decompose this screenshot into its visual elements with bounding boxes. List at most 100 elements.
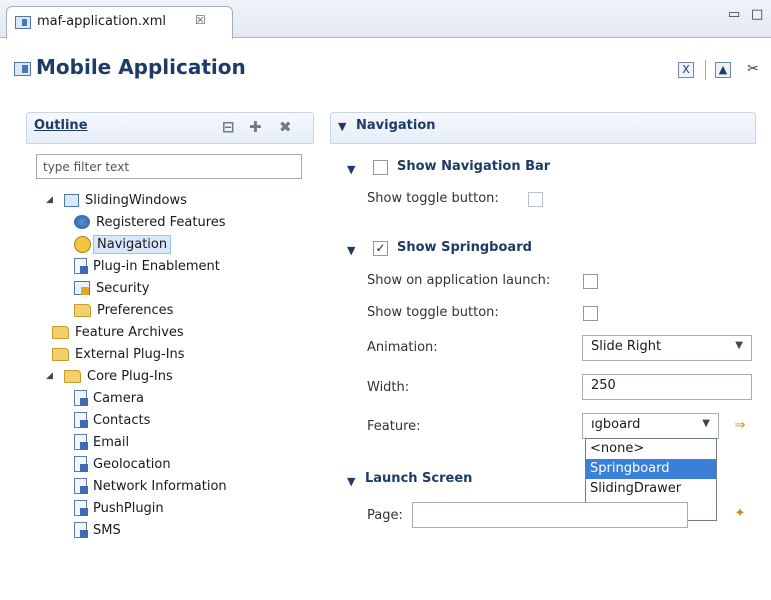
- navigation-title: Navigation: [356, 118, 436, 133]
- collapse-navbar-icon[interactable]: ▼: [347, 163, 355, 176]
- tree-item-contacts[interactable]: Contacts: [46, 409, 227, 431]
- dropdown-option-selected[interactable]: Springboard: [586, 459, 716, 479]
- plugin-icon: [74, 478, 88, 494]
- tree-item-feature-archives[interactable]: Feature Archives: [46, 321, 227, 343]
- animation-value: Slide Right: [591, 339, 662, 354]
- tree-item-plugin-enablement[interactable]: Plug-in Enablement: [46, 255, 227, 277]
- tree-item-external-plugins[interactable]: External Plug-Ins: [46, 343, 227, 365]
- browse-page-icon[interactable]: ✦: [731, 506, 749, 522]
- tree-item-label: Email: [93, 434, 130, 450]
- tree-item-label: Network Information: [93, 478, 227, 494]
- launch-checkbox[interactable]: [583, 274, 598, 289]
- navigation-icon: [74, 235, 91, 253]
- collapse-all-icon[interactable]: ⊟: [222, 118, 235, 136]
- toolbar-divider: [705, 60, 706, 80]
- folder-icon: [64, 369, 81, 383]
- tools-icon[interactable]: ✂: [745, 62, 761, 78]
- animation-select[interactable]: Slide Right ▼: [582, 335, 752, 361]
- expand-icon[interactable]: ◢: [46, 195, 58, 205]
- tree-item-registered-features[interactable]: Registered Features: [46, 211, 227, 233]
- launch-label: Show on application launch:: [367, 273, 551, 288]
- tree-item-label: Navigation: [93, 234, 172, 254]
- tree-item-sms[interactable]: SMS: [46, 519, 227, 541]
- tree-item-navigation[interactable]: Navigation: [46, 233, 227, 255]
- plugin-icon: [74, 258, 88, 274]
- editor-tab-label: maf-application.xml: [37, 14, 166, 29]
- close-tab-icon[interactable]: ☒: [195, 13, 206, 27]
- show-springboard-label: Show Springboard: [397, 240, 532, 255]
- tree-item-label: Contacts: [93, 412, 151, 428]
- dropdown-option[interactable]: <none>: [586, 439, 716, 459]
- xml-source-icon[interactable]: X: [678, 62, 694, 78]
- tree-item-label: Security: [96, 280, 150, 296]
- show-springboard-checkbox[interactable]: ✓: [373, 241, 388, 256]
- app-file-icon: [15, 16, 31, 29]
- plugin-icon: [74, 456, 88, 472]
- folder-icon: [74, 303, 91, 317]
- tree-item-slidingwindows[interactable]: ◢ SlidingWindows: [46, 189, 227, 211]
- width-label: Width:: [367, 380, 410, 395]
- feature-value: ıgboard: [591, 417, 641, 432]
- tree-item-preferences[interactable]: Preferences: [46, 299, 227, 321]
- app-icon: [64, 193, 79, 207]
- deploy-icon[interactable]: ▲: [715, 62, 731, 78]
- plugin-icon: [74, 412, 88, 428]
- dropdown-option[interactable]: SlidingDrawer: [586, 479, 716, 499]
- navbar-toggle-label: Show toggle button:: [367, 191, 499, 206]
- remove-icon[interactable]: ✖: [279, 118, 292, 136]
- tree-item-label: Registered Features: [96, 214, 226, 230]
- folder-icon: [52, 325, 69, 339]
- tree-item-security[interactable]: Security: [46, 277, 227, 299]
- tree-item-network-information[interactable]: Network Information: [46, 475, 227, 497]
- maximize-icon[interactable]: □: [751, 7, 763, 22]
- show-navbar-checkbox[interactable]: [373, 160, 388, 175]
- chevron-down-icon: ▼: [702, 418, 710, 429]
- plugin-icon: [74, 390, 88, 406]
- collapse-launch-screen-icon[interactable]: ▼: [347, 475, 355, 488]
- feature-label: Feature:: [367, 419, 421, 434]
- page-input[interactable]: [412, 502, 688, 528]
- collapse-springboard-icon[interactable]: ▼: [347, 244, 355, 257]
- tree-item-label: PushPlugin: [93, 500, 164, 516]
- chevron-down-icon: ▼: [735, 340, 743, 351]
- tree-item-label: Preferences: [97, 302, 174, 318]
- tree-item-label: Geolocation: [93, 456, 171, 472]
- plugin-icon: [74, 522, 88, 538]
- show-navbar-label: Show Navigation Bar: [397, 159, 551, 174]
- editor-tab[interactable]: maf-application.xml ☒: [6, 6, 233, 39]
- browse-feature-icon[interactable]: ⇒: [731, 418, 749, 434]
- tree-item-label: Core Plug-Ins: [87, 368, 173, 384]
- mobile-app-icon: [14, 62, 31, 76]
- features-icon: [74, 215, 90, 229]
- width-input[interactable]: 250: [582, 374, 752, 400]
- tree-item-geolocation[interactable]: Geolocation: [46, 453, 227, 475]
- feature-select[interactable]: ıgboard ▼: [582, 413, 719, 439]
- animation-label: Animation:: [367, 340, 438, 355]
- width-value: 250: [591, 378, 616, 393]
- launch-screen-title: Launch Screen: [365, 471, 473, 486]
- plugin-icon: [74, 434, 88, 450]
- tree-item-core-plugins[interactable]: ◢ Core Plug-Ins: [46, 365, 227, 387]
- outline-tree: ◢ SlidingWindows Registered Features Nav…: [46, 189, 227, 541]
- page-title: Mobile Application: [36, 55, 246, 79]
- navbar-toggle-checkbox[interactable]: [528, 192, 543, 207]
- outline-title: Outline: [34, 118, 88, 133]
- security-icon: [74, 281, 90, 295]
- outline-filter-input[interactable]: [36, 154, 302, 179]
- tree-item-camera[interactable]: Camera: [46, 387, 227, 409]
- expand-icon[interactable]: ◢: [46, 371, 58, 381]
- tree-item-label: SlidingWindows: [85, 192, 187, 208]
- folder-icon: [52, 347, 69, 361]
- tree-item-label: External Plug-Ins: [75, 346, 185, 362]
- plugin-icon: [74, 500, 88, 516]
- collapse-section-icon[interactable]: ▼: [338, 120, 346, 133]
- add-icon[interactable]: ✚: [249, 118, 262, 136]
- tree-item-pushplugin[interactable]: PushPlugin: [46, 497, 227, 519]
- tree-item-label: Feature Archives: [75, 324, 184, 340]
- tree-item-label: Camera: [93, 390, 145, 406]
- springboard-toggle-label: Show toggle button:: [367, 305, 499, 320]
- tree-item-email[interactable]: Email: [46, 431, 227, 453]
- springboard-toggle-checkbox[interactable]: [583, 306, 598, 321]
- minimize-icon[interactable]: ▭: [728, 7, 740, 22]
- page-label: Page:: [367, 508, 403, 523]
